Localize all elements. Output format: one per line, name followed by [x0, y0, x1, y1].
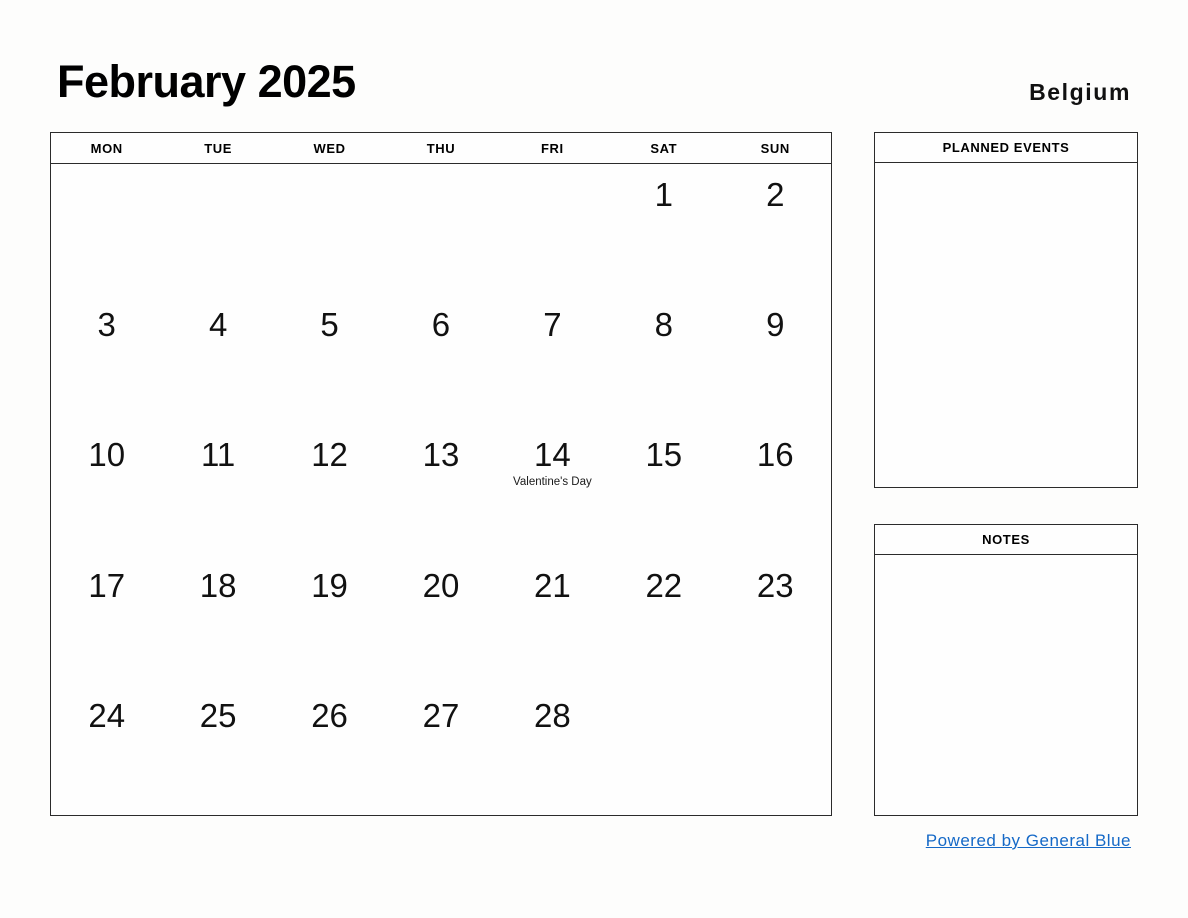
calendar-day-cell[interactable]: 13: [385, 424, 496, 554]
calendar-day-cell[interactable]: 20: [385, 555, 496, 685]
day-number: 4: [208, 306, 228, 344]
calendar-day-cell[interactable]: 19: [274, 555, 385, 685]
calendar-day-cell[interactable]: 18: [162, 555, 273, 685]
calendar-week-row: 12: [51, 164, 831, 294]
day-number: 8: [654, 306, 673, 344]
weekday-header-tue: TUE: [204, 140, 233, 156]
day-number: 28: [534, 696, 571, 734]
day-number: 9: [766, 306, 785, 344]
day-number: 1: [654, 176, 673, 213]
calendar-day-cell[interactable]: 5: [274, 294, 385, 424]
calendar-day-cell-empty: [608, 685, 719, 815]
day-number: 5: [320, 306, 339, 344]
calendar-weeks: 1 2 3 4 5 6 7 8 9 10 11 12 13 14 Valentine's Day 15 16 17…: [51, 164, 831, 815]
calendar-day-cell[interactable]: 3: [51, 294, 162, 424]
calendar-day-cell[interactable]: 22: [608, 555, 719, 685]
powered-by-general-blue-link[interactable]: Powered by General Blue: [926, 831, 1131, 851]
calendar-day-cell-empty: [162, 164, 273, 294]
page-title: February 2025: [57, 56, 356, 107]
calendar-week-row: 10 11 12 13 14 Valentine's Day 15 16: [51, 424, 831, 554]
calendar-day-cell[interactable]: 14 Valentine's Day: [497, 424, 608, 554]
calendar-day-cell[interactable]: 1: [608, 164, 719, 294]
day-number: 18: [199, 566, 237, 604]
day-number: 7: [543, 306, 562, 344]
weekday-header-thu: THU: [426, 140, 456, 156]
calendar-day-cell[interactable]: 28: [497, 685, 608, 815]
calendar-day-cell[interactable]: 12: [274, 424, 385, 554]
calendar-day-cell[interactable]: 15: [608, 424, 719, 554]
calendar-week-row: 3 4 5 6 7 8 9: [51, 294, 831, 424]
day-number: 21: [534, 566, 571, 604]
calendar-day-cell[interactable]: 4: [162, 294, 273, 424]
day-number: 25: [199, 696, 237, 734]
day-number: 22: [645, 566, 683, 604]
day-number: 14: [534, 436, 571, 474]
calendar-week-row: 24 25 26 27 28: [51, 685, 831, 815]
calendar-grid: MON TUE WED THU FRI SAT SUN 1 2 3 4 5 6 7 8 9 10 11 12 13 1…: [50, 132, 832, 816]
weekday-header-mon: MON: [90, 140, 123, 156]
weekday-header-sat: SAT: [650, 140, 678, 156]
day-number: 3: [97, 306, 116, 344]
day-event-label: Valentine's Day: [513, 476, 592, 489]
day-number: 20: [422, 566, 460, 604]
calendar-day-cell[interactable]: 26: [274, 685, 385, 815]
calendar-day-cell[interactable]: 23: [720, 555, 831, 685]
day-number: 2: [766, 176, 785, 213]
day-number: 10: [88, 436, 126, 474]
day-number: 15: [645, 436, 683, 474]
day-number: 16: [756, 436, 794, 474]
planned-events-panel: PLANNED EVENTS: [874, 132, 1138, 488]
calendar-day-cell-empty: [274, 164, 385, 294]
calendar-day-cell[interactable]: 6: [385, 294, 496, 424]
calendar-day-cell[interactable]: 10: [51, 424, 162, 554]
weekday-header-fri: FRI: [541, 140, 564, 156]
calendar-day-cell[interactable]: 24: [51, 685, 162, 815]
calendar-day-cell[interactable]: 11: [162, 424, 273, 554]
calendar-day-cell-empty: [51, 164, 162, 294]
day-number: 6: [431, 306, 451, 344]
day-number: 24: [88, 696, 126, 734]
calendar-day-cell[interactable]: 16: [720, 424, 831, 554]
notes-title: NOTES: [875, 525, 1137, 555]
calendar-day-cell[interactable]: 8: [608, 294, 719, 424]
day-number: 26: [311, 696, 348, 734]
day-number: 11: [201, 436, 236, 474]
day-number: 13: [422, 436, 460, 474]
weekday-header-row: MON TUE WED THU FRI SAT SUN: [51, 133, 831, 164]
notes-panel: NOTES: [874, 524, 1138, 816]
day-number: 17: [88, 566, 126, 604]
calendar-day-cell-empty: [720, 685, 831, 815]
country-label: Belgium: [1029, 79, 1131, 105]
day-number: 23: [756, 566, 794, 604]
notes-body[interactable]: [875, 555, 1137, 815]
planned-events-body[interactable]: [875, 163, 1137, 487]
calendar-day-cell[interactable]: 27: [385, 685, 496, 815]
day-number: 19: [311, 566, 348, 604]
day-number: 27: [422, 696, 460, 734]
calendar-day-cell[interactable]: 25: [162, 685, 273, 815]
calendar-day-cell[interactable]: 7: [497, 294, 608, 424]
calendar-day-cell-empty: [497, 164, 608, 294]
calendar-day-cell[interactable]: 21: [497, 555, 608, 685]
weekday-header-wed: WED: [313, 140, 346, 156]
calendar-day-cell[interactable]: 2: [720, 164, 831, 294]
calendar-week-row: 17 18 19 20 21 22 23: [51, 555, 831, 685]
day-number: 12: [311, 436, 348, 474]
calendar-day-cell[interactable]: 17: [51, 555, 162, 685]
calendar-day-cell-empty: [385, 164, 496, 294]
calendar-day-cell[interactable]: 9: [720, 294, 831, 424]
planned-events-title: PLANNED EVENTS: [875, 133, 1137, 163]
weekday-header-sun: SUN: [760, 140, 790, 156]
